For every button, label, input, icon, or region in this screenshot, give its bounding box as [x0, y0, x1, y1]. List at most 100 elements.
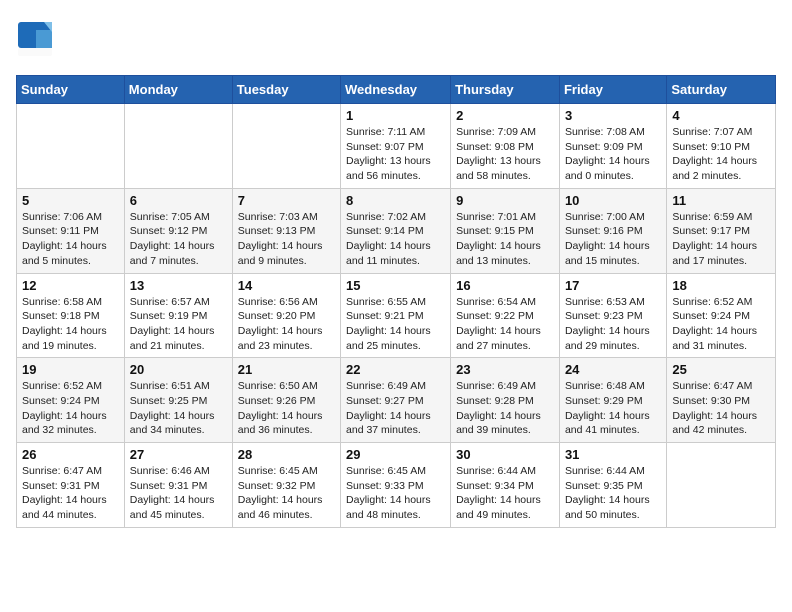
day-info: Sunrise: 7:01 AM Sunset: 9:15 PM Dayligh…	[456, 210, 554, 269]
day-info: Sunrise: 7:08 AM Sunset: 9:09 PM Dayligh…	[565, 125, 661, 184]
day-header-friday: Friday	[559, 76, 666, 104]
calendar-cell: 22Sunrise: 6:49 AM Sunset: 9:27 PM Dayli…	[341, 358, 451, 443]
day-info: Sunrise: 6:50 AM Sunset: 9:26 PM Dayligh…	[238, 379, 335, 438]
day-number: 3	[565, 108, 661, 123]
day-info: Sunrise: 6:48 AM Sunset: 9:29 PM Dayligh…	[565, 379, 661, 438]
calendar-cell	[17, 104, 125, 189]
day-number: 23	[456, 362, 554, 377]
calendar-cell: 10Sunrise: 7:00 AM Sunset: 9:16 PM Dayli…	[559, 188, 666, 273]
day-info: Sunrise: 6:47 AM Sunset: 9:31 PM Dayligh…	[22, 464, 119, 523]
day-header-tuesday: Tuesday	[232, 76, 340, 104]
day-info: Sunrise: 6:47 AM Sunset: 9:30 PM Dayligh…	[672, 379, 770, 438]
day-info: Sunrise: 6:44 AM Sunset: 9:35 PM Dayligh…	[565, 464, 661, 523]
day-number: 17	[565, 278, 661, 293]
calendar-cell: 23 Sunrise: 6:49 AM Sunset: 9:28 PM Dayli…	[451, 358, 560, 443]
calendar-cell: 9 Sunrise: 7:01 AM Sunset: 9:15 PM Daylig…	[451, 188, 560, 273]
day-info: Sunrise: 6:54 AM Sunset: 9:22 PM Dayligh…	[456, 295, 554, 354]
calendar-week-2: 5 Sunrise: 7:06 AM Sunset: 9:11 PM Daylig…	[17, 188, 776, 273]
day-number: 8	[346, 193, 445, 208]
calendar-cell	[232, 104, 340, 189]
day-info: Sunrise: 6:52 AM Sunset: 9:24 PM Dayligh…	[672, 295, 770, 354]
day-number: 9	[456, 193, 554, 208]
day-number: 15	[346, 278, 445, 293]
day-info: Sunrise: 7:03 AM Sunset: 9:13 PM Dayligh…	[238, 210, 335, 269]
day-header-sunday: Sunday	[17, 76, 125, 104]
calendar-cell: 6Sunrise: 7:05 AM Sunset: 9:12 PM Daylig…	[124, 188, 232, 273]
day-info: Sunrise: 6:55 AM Sunset: 9:21 PM Dayligh…	[346, 295, 445, 354]
day-info: Sunrise: 6:59 AM Sunset: 9:17 PM Dayligh…	[672, 210, 770, 269]
day-info: Sunrise: 6:49 AM Sunset: 9:28 PM Dayligh…	[456, 379, 554, 438]
calendar-cell: 5 Sunrise: 7:06 AM Sunset: 9:11 PM Daylig…	[17, 188, 125, 273]
day-number: 21	[238, 362, 335, 377]
calendar-cell: 1 Sunrise: 7:11 AM Sunset: 9:07 PM Daylig…	[341, 104, 451, 189]
day-number: 7	[238, 193, 335, 208]
day-info: Sunrise: 7:02 AM Sunset: 9:14 PM Dayligh…	[346, 210, 445, 269]
calendar-cell: 24 Sunrise: 6:48 AM Sunset: 9:29 PM Dayli…	[559, 358, 666, 443]
calendar-cell	[667, 443, 776, 528]
calendar-week-3: 12 Sunrise: 6:58 AM Sunset: 9:18 PM Dayli…	[17, 273, 776, 358]
day-number: 19	[22, 362, 119, 377]
calendar-cell: 7 Sunrise: 7:03 AM Sunset: 9:13 PM Daylig…	[232, 188, 340, 273]
day-info: Sunrise: 6:44 AM Sunset: 9:34 PM Dayligh…	[456, 464, 554, 523]
day-number: 24	[565, 362, 661, 377]
calendar-cell	[124, 104, 232, 189]
logo-graphic	[16, 20, 54, 63]
day-info: Sunrise: 6:51 AM Sunset: 9:25 PM Dayligh…	[130, 379, 227, 438]
day-info: Sunrise: 6:49 AM Sunset: 9:27 PM Dayligh…	[346, 379, 445, 438]
day-header-thursday: Thursday	[451, 76, 560, 104]
day-number: 28	[238, 447, 335, 462]
calendar-cell: 26 Sunrise: 6:47 AM Sunset: 9:31 PM Dayli…	[17, 443, 125, 528]
day-number: 20	[130, 362, 227, 377]
logo	[16, 16, 60, 63]
calendar-week-5: 26 Sunrise: 6:47 AM Sunset: 9:31 PM Dayli…	[17, 443, 776, 528]
calendar-cell: 16 Sunrise: 6:54 AM Sunset: 9:22 PM Dayli…	[451, 273, 560, 358]
day-info: Sunrise: 6:58 AM Sunset: 9:18 PM Dayligh…	[22, 295, 119, 354]
calendar-cell: 18 Sunrise: 6:52 AM Sunset: 9:24 PM Dayli…	[667, 273, 776, 358]
calendar-cell: 14Sunrise: 6:56 AM Sunset: 9:20 PM Dayli…	[232, 273, 340, 358]
day-number: 16	[456, 278, 554, 293]
calendar-cell: 31 Sunrise: 6:44 AM Sunset: 9:35 PM Dayli…	[559, 443, 666, 528]
day-number: 29	[346, 447, 445, 462]
day-number: 26	[22, 447, 119, 462]
day-number: 30	[456, 447, 554, 462]
calendar-cell: 28Sunrise: 6:45 AM Sunset: 9:32 PM Dayli…	[232, 443, 340, 528]
day-header-row: SundayMondayTuesdayWednesdayThursdayFrid…	[17, 76, 776, 104]
calendar-cell: 29Sunrise: 6:45 AM Sunset: 9:33 PM Dayli…	[341, 443, 451, 528]
day-header-wednesday: Wednesday	[341, 76, 451, 104]
day-info: Sunrise: 7:05 AM Sunset: 9:12 PM Dayligh…	[130, 210, 227, 269]
day-info: Sunrise: 6:57 AM Sunset: 9:19 PM Dayligh…	[130, 295, 227, 354]
calendar-cell: 20 Sunrise: 6:51 AM Sunset: 9:25 PM Dayli…	[124, 358, 232, 443]
day-info: Sunrise: 7:11 AM Sunset: 9:07 PM Dayligh…	[346, 125, 445, 184]
calendar-cell: 17 Sunrise: 6:53 AM Sunset: 9:23 PM Dayli…	[559, 273, 666, 358]
calendar-week-1: 1 Sunrise: 7:11 AM Sunset: 9:07 PM Daylig…	[17, 104, 776, 189]
day-info: Sunrise: 6:53 AM Sunset: 9:23 PM Dayligh…	[565, 295, 661, 354]
calendar-table: SundayMondayTuesdayWednesdayThursdayFrid…	[16, 75, 776, 528]
day-number: 1	[346, 108, 445, 123]
calendar-cell: 25 Sunrise: 6:47 AM Sunset: 9:30 PM Dayli…	[667, 358, 776, 443]
calendar-header: SundayMondayTuesdayWednesdayThursdayFrid…	[17, 76, 776, 104]
day-number: 12	[22, 278, 119, 293]
calendar-cell: 11Sunrise: 6:59 AM Sunset: 9:17 PM Dayli…	[667, 188, 776, 273]
calendar-cell: 4Sunrise: 7:07 AM Sunset: 9:10 PM Daylig…	[667, 104, 776, 189]
calendar-cell: 2Sunrise: 7:09 AM Sunset: 9:08 PM Daylig…	[451, 104, 560, 189]
calendar-cell: 19 Sunrise: 6:52 AM Sunset: 9:24 PM Dayli…	[17, 358, 125, 443]
day-info: Sunrise: 7:06 AM Sunset: 9:11 PM Dayligh…	[22, 210, 119, 269]
day-number: 18	[672, 278, 770, 293]
day-number: 27	[130, 447, 227, 462]
day-info: Sunrise: 6:52 AM Sunset: 9:24 PM Dayligh…	[22, 379, 119, 438]
day-number: 31	[565, 447, 661, 462]
day-info: Sunrise: 6:46 AM Sunset: 9:31 PM Dayligh…	[130, 464, 227, 523]
calendar-body: 1 Sunrise: 7:11 AM Sunset: 9:07 PM Daylig…	[17, 104, 776, 528]
calendar-cell: 30 Sunrise: 6:44 AM Sunset: 9:34 PM Dayli…	[451, 443, 560, 528]
day-number: 5	[22, 193, 119, 208]
calendar-cell: 13Sunrise: 6:57 AM Sunset: 9:19 PM Dayli…	[124, 273, 232, 358]
calendar-cell: 12 Sunrise: 6:58 AM Sunset: 9:18 PM Dayli…	[17, 273, 125, 358]
calendar-cell: 15 Sunrise: 6:55 AM Sunset: 9:21 PM Dayli…	[341, 273, 451, 358]
day-number: 2	[456, 108, 554, 123]
day-info: Sunrise: 7:00 AM Sunset: 9:16 PM Dayligh…	[565, 210, 661, 269]
day-number: 25	[672, 362, 770, 377]
page-header	[16, 16, 776, 63]
calendar-cell: 3 Sunrise: 7:08 AM Sunset: 9:09 PM Daylig…	[559, 104, 666, 189]
calendar-cell: 27 Sunrise: 6:46 AM Sunset: 9:31 PM Dayli…	[124, 443, 232, 528]
calendar-week-4: 19 Sunrise: 6:52 AM Sunset: 9:24 PM Dayli…	[17, 358, 776, 443]
